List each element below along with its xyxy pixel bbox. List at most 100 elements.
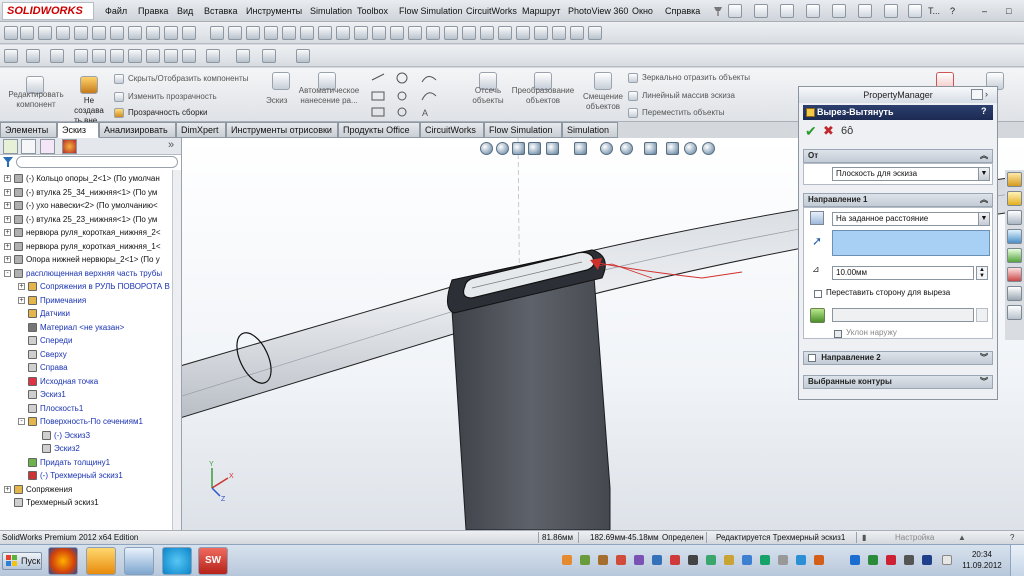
solidworks-logo[interactable]: SOLIDWORKS — [2, 2, 94, 20]
tree-item[interactable]: + нервюра руля_короткая_нижняя_2< — [0, 226, 181, 239]
units-settings[interactable]: Настройка — [895, 531, 934, 544]
direction2-checkbox[interactable] — [808, 353, 816, 362]
property-manager-tab-icon[interactable] — [21, 139, 36, 154]
tree-item[interactable]: + (-) втулка 25_34_нижняя<1> (По ум — [0, 186, 181, 199]
menu-view[interactable]: Вид — [177, 4, 193, 18]
section-contours-header[interactable]: Выбранные контуры ︾ — [803, 375, 993, 389]
tree-item[interactable]: + (-) втулка 25_23_нижняя<1> (По ум — [0, 213, 181, 226]
flip-side-checkbox[interactable] — [814, 290, 822, 298]
tree-item[interactable]: Спереди — [0, 334, 181, 347]
tray-icon[interactable] — [670, 555, 680, 565]
cancel-button[interactable]: ✖ — [823, 124, 834, 137]
options-icon[interactable] — [908, 4, 922, 18]
tree-item[interactable]: + (-) ухо навески<2> (По умолчанию< — [0, 199, 181, 212]
tray-icon[interactable] — [868, 555, 878, 565]
pan-icon[interactable] — [702, 142, 715, 155]
undo-icon[interactable] — [832, 4, 846, 18]
toolbar-icon[interactable] — [516, 26, 530, 40]
maximize-button[interactable]: □ — [1006, 4, 1011, 18]
calculator-icon[interactable] — [124, 547, 154, 575]
depth-spinner[interactable]: ▲ ▼ — [976, 266, 988, 280]
help-button[interactable]: ? — [950, 4, 955, 18]
filter-icon[interactable] — [3, 157, 13, 167]
tree-item[interactable]: (-) Эскиз3 — [0, 429, 181, 442]
tree-item[interactable]: Придать толщину1 — [0, 456, 181, 469]
appearances-icon[interactable] — [1007, 267, 1022, 282]
offset-icon[interactable] — [594, 72, 612, 90]
clock[interactable]: 20:34 11.09.2012 — [960, 549, 1004, 573]
show-desktop-button[interactable] — [1010, 545, 1024, 576]
sketch-icon[interactable] — [272, 72, 290, 90]
end-condition-select[interactable]: На заданное расстояние ▼ — [832, 212, 990, 226]
rotate-icon[interactable] — [684, 142, 697, 155]
previous-view-icon[interactable] — [512, 142, 525, 155]
tray-icon[interactable] — [778, 555, 788, 565]
depth-input[interactable]: 10.00мм — [832, 266, 974, 280]
expand-icon[interactable]: + — [4, 175, 11, 182]
toolbar-icon[interactable] — [336, 26, 350, 40]
help-status-icon[interactable]: ? — [1010, 531, 1014, 544]
toolbar-icon[interactable] — [38, 26, 52, 40]
view-orientation-icon[interactable] — [546, 142, 559, 155]
tree-item[interactable]: + Сопряжения в РУЛЬ ПОВОРОТА В — [0, 280, 181, 293]
tree-item[interactable]: + Сопряжения — [0, 483, 181, 496]
direction-selection-box[interactable] — [832, 230, 990, 256]
toolbar-icon[interactable] — [534, 26, 548, 40]
move-entities-button[interactable]: Переместить объекты — [642, 108, 724, 118]
toolbar-icon[interactable] — [20, 26, 34, 40]
reverse-direction-icon[interactable] — [810, 211, 824, 225]
collapse-icon[interactable]: ︽ — [980, 194, 988, 206]
tab-evaluate[interactable]: Анализировать — [99, 122, 176, 138]
tree-item[interactable]: Эскиз1 — [0, 388, 181, 401]
toolbar-icon[interactable] — [300, 26, 314, 40]
convert-entities-button[interactable]: Преобразование объектов — [508, 86, 578, 106]
expand-icon[interactable]: + — [18, 283, 25, 290]
toolbar-icon[interactable] — [282, 26, 296, 40]
section-view-icon[interactable] — [528, 142, 541, 155]
menu-edit[interactable]: Правка — [138, 4, 168, 18]
toolbar-icon[interactable] — [128, 49, 142, 63]
tray-icon[interactable] — [562, 555, 572, 565]
tray-icon[interactable] — [706, 555, 716, 565]
change-transparency-button[interactable]: Изменить прозрачность — [128, 92, 217, 102]
tray-icon[interactable] — [904, 555, 914, 565]
tray-icon[interactable] — [634, 555, 644, 565]
hide-show-components-button[interactable]: Скрыть/Отобразить компоненты — [128, 74, 248, 84]
print-icon[interactable] — [806, 4, 820, 18]
outlook-icon[interactable] — [86, 547, 116, 575]
feature-tree-tab-icon[interactable] — [3, 139, 18, 154]
toolbar-icon[interactable] — [182, 26, 196, 40]
toolbar-icon[interactable] — [588, 26, 602, 40]
menu-insert[interactable]: Вставка — [204, 4, 237, 18]
file-explorer-icon[interactable] — [1007, 210, 1022, 225]
tab-features[interactable]: Элементы — [0, 122, 57, 138]
collapse-icon[interactable]: - — [4, 269, 11, 277]
design-library-icon[interactable] — [1007, 191, 1022, 206]
section-from-header[interactable]: От ︽ — [803, 149, 993, 163]
menu-toolbox[interactable]: Toolbox — [357, 4, 388, 18]
toolbar-icon[interactable] — [74, 26, 88, 40]
expand-icon[interactable]: + — [4, 242, 11, 250]
display-style-icon[interactable] — [574, 142, 587, 155]
zoom-to-fit-icon[interactable] — [480, 142, 493, 155]
tree-scrollbar[interactable] — [172, 170, 181, 530]
toolbar-icon[interactable] — [4, 26, 18, 40]
toolbar-icon[interactable] — [390, 26, 404, 40]
tab-office-products[interactable]: Продукты Office — [338, 122, 420, 138]
toolbar-icon[interactable] — [246, 26, 260, 40]
menu-circuitworks[interactable]: CircuitWorks — [466, 4, 517, 18]
toolbar-icon[interactable] — [206, 49, 220, 63]
menu-tools[interactable]: Инструменты — [246, 4, 302, 18]
toolbar-icon[interactable] — [110, 49, 124, 63]
chevron-down-icon[interactable]: ▼ — [978, 213, 989, 225]
edit-appearance-icon[interactable] — [620, 142, 633, 155]
palette-icon[interactable] — [1007, 305, 1022, 320]
filter-input[interactable] — [16, 156, 178, 168]
from-select[interactable]: Плоскость для эскиза ▼ — [832, 167, 990, 181]
toolbar-icon[interactable] — [444, 26, 458, 40]
apply-scene-icon[interactable] — [644, 142, 657, 155]
tab-circuitworks[interactable]: CircuitWorks — [420, 122, 484, 138]
toolbar-icon[interactable] — [408, 26, 422, 40]
toolbar-icon[interactable] — [228, 26, 242, 40]
collapse-icon[interactable]: - — [18, 418, 25, 425]
